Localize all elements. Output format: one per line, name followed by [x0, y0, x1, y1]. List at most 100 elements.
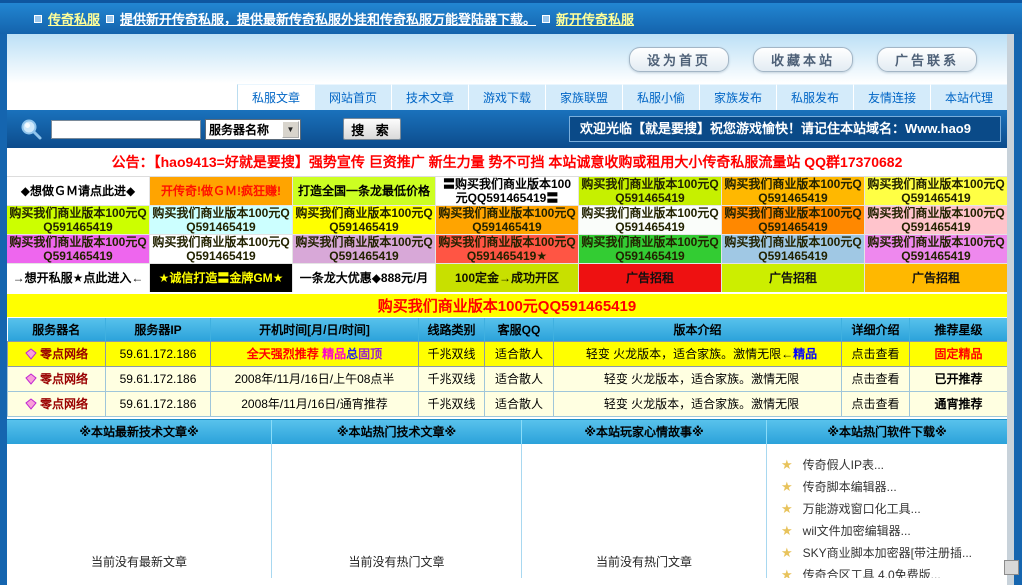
- star-level-cell: 通宵推荐: [910, 391, 1008, 416]
- server-row: 零点网络 59.61.172.186 2008年/11月/16日/通宵推荐 千兆…: [8, 391, 1008, 416]
- ad-cell[interactable]: ◆想做ＧＭ请点此进◆: [7, 177, 149, 205]
- ad-cell[interactable]: 购买我们商业版本100元QQ591465419: [293, 235, 435, 263]
- col-open-time: 开机时间[月/日/时间]: [211, 318, 419, 341]
- download-link[interactable]: ★ 万能游戏窗口化工具...: [781, 498, 1007, 520]
- search-type-value: 服务器名称: [206, 121, 282, 138]
- search-type-select[interactable]: 服务器名称 ▼: [205, 119, 301, 140]
- download-link[interactable]: ★ 传奇假人IP表...: [781, 454, 1007, 476]
- version-intro-cell: 轻变 火龙版本，适合家族。激情无限←精品: [554, 341, 842, 366]
- ad-cell[interactable]: 打造全国一条龙最低价格: [293, 177, 435, 205]
- star-icon: ★: [781, 545, 793, 561]
- ad-cell[interactable]: 购买我们商业版本100元QQ591465419: [7, 235, 149, 263]
- gem-icon: [25, 398, 37, 410]
- ad-cell[interactable]: 广告招租: [722, 264, 864, 292]
- ad-cell[interactable]: 100定金→成功开区: [436, 264, 578, 292]
- header-buttons: 设为首页 收藏本站 广告联系: [629, 47, 977, 72]
- tab-game-download[interactable]: 游戏下载: [468, 84, 545, 110]
- detail-link[interactable]: 点击查看: [842, 391, 910, 416]
- nav-tabs: 私服文章 网站首页 技术文章 游戏下载 家族联盟 私服小偷 家族发布 私服发布 …: [237, 84, 1007, 110]
- gem-icon: [25, 348, 37, 360]
- open-time-cell: 2008年/11月/16日/通宵推荐: [211, 391, 419, 416]
- download-link[interactable]: ★ SKY商业脚本加密器[带注册插...: [781, 542, 1007, 564]
- scroll-widget[interactable]: [1004, 560, 1019, 575]
- tab-sifu-thief[interactable]: 私服小偷: [622, 84, 699, 110]
- detail-link[interactable]: 点击查看: [842, 366, 910, 391]
- server-ip-cell: 59.61.172.186: [106, 366, 211, 391]
- col-version-intro: 版本介绍: [554, 318, 842, 341]
- open-time-cell: 全天强烈推荐 精品总固顶: [211, 341, 419, 366]
- commercial-banner[interactable]: 购买我们商业版本100元QQ591465419: [7, 292, 1007, 318]
- server-name-cell[interactable]: 零点网络: [8, 391, 106, 416]
- ad-cell[interactable]: 购买我们商业版本100元QQ591465419: [865, 235, 1007, 263]
- download-link[interactable]: ★ 传奇合区工具 4.0免费版...: [781, 564, 1007, 578]
- tab-site-agent[interactable]: 本站代理: [930, 84, 1007, 110]
- search-input[interactable]: [51, 120, 201, 139]
- ad-cell[interactable]: 购买我们商业版本100元QQ591465419: [865, 206, 1007, 234]
- tab-private-articles[interactable]: 私服文章: [237, 84, 314, 110]
- ad-cell[interactable]: 购买我们商业版本100元QQ591465419: [579, 206, 721, 234]
- download-link[interactable]: ★ wil文件加密编辑器...: [781, 520, 1007, 542]
- page-frame: 设为首页 收藏本站 广告联系 私服文章 网站首页 技术文章 游戏下载 家族联盟 …: [7, 34, 1007, 585]
- ad-cell[interactable]: 广告招租: [865, 264, 1007, 292]
- ad-cell[interactable]: 广告招租: [579, 264, 721, 292]
- ad-cell[interactable]: 开传奇!做ＧＭ!疯狂赚!: [150, 177, 292, 205]
- ad-cell[interactable]: 购买我们商业版本100元QQ591465419: [722, 206, 864, 234]
- bottom-content: 当前没有最新文章 当前没有热门文章 当前没有热门文章 ★ 传奇假人IP表... …: [7, 444, 1007, 578]
- ad-cell[interactable]: 购买我们商业版本100元QQ591465419: [865, 177, 1007, 205]
- ad-cell[interactable]: 购买我们商业版本100元QQ591465419★: [436, 235, 578, 263]
- tab-family-alliance[interactable]: 家族联盟: [545, 84, 622, 110]
- server-row: 零点网络 59.61.172.186 全天强烈推荐 精品总固顶 千兆双线 适合散…: [8, 341, 1008, 366]
- star-level-cell: 固定精品: [910, 341, 1008, 366]
- bookmark-button[interactable]: 收藏本站: [753, 47, 853, 72]
- topbar-link-chuanqi-sifu[interactable]: 传奇私服: [48, 9, 100, 28]
- ad-cell[interactable]: 购买我们商业版本100元QQ591465419: [7, 206, 149, 234]
- search-icon: [19, 117, 43, 141]
- set-home-button[interactable]: 设为首页: [629, 47, 729, 72]
- topbar-link-new-sifu[interactable]: 新开传奇私服: [556, 9, 634, 28]
- tab-tech-articles[interactable]: 技术文章: [391, 84, 468, 110]
- ad-cell[interactable]: 购买我们商业版本100元QQ591465419: [150, 235, 292, 263]
- ad-cell[interactable]: 购买我们商业版本100元QQ591465419: [722, 177, 864, 205]
- bullet-square-icon: [542, 15, 550, 23]
- section-hot-tech-articles: ※本站热门技术文章※: [272, 420, 522, 444]
- ad-cell[interactable]: →想开私服★点此进入←: [7, 264, 149, 292]
- star-icon: ★: [781, 567, 793, 578]
- no-stories-text: 当前没有热门文章: [522, 553, 766, 570]
- download-link[interactable]: ★ 传奇脚本编辑器...: [781, 476, 1007, 498]
- tab-friend-links[interactable]: 友情连接: [853, 84, 930, 110]
- line-type-cell: 千兆双线: [419, 391, 485, 416]
- col-server-ip: 服务器IP: [106, 318, 211, 341]
- chevron-down-icon[interactable]: ▼: [282, 121, 299, 138]
- tab-family-publish[interactable]: 家族发布: [699, 84, 776, 110]
- ad-contact-button[interactable]: 广告联系: [877, 47, 977, 72]
- ad-cell[interactable]: 购买我们商业版本100元QQ591465419: [150, 206, 292, 234]
- server-name-cell[interactable]: 零点网络: [8, 341, 106, 366]
- col-service-qq: 客服QQ: [485, 318, 554, 341]
- bullet-square-icon: [34, 15, 42, 23]
- server-ip-cell: 59.61.172.186: [106, 341, 211, 366]
- ad-cell[interactable]: ★诚信打造〓金牌GM★: [150, 264, 292, 292]
- ad-cell[interactable]: 购买我们商业版本100元QQ591465419: [293, 206, 435, 234]
- tab-sifu-publish[interactable]: 私服发布: [776, 84, 853, 110]
- ad-cell[interactable]: 购买我们商业版本100元QQ591465419: [722, 235, 864, 263]
- section-player-stories: ※本站玩家心情故事※: [522, 420, 767, 444]
- detail-link[interactable]: 点击查看: [842, 341, 910, 366]
- tab-home[interactable]: 网站首页: [314, 84, 391, 110]
- bullet-square-icon: [106, 15, 114, 23]
- ad-cell[interactable]: 〓购买我们商业版本100元QQ591465419〓: [436, 177, 578, 205]
- server-name-cell[interactable]: 零点网络: [8, 366, 106, 391]
- ad-cell[interactable]: 一条龙大优惠◆888元/月: [293, 264, 435, 292]
- latest-articles-column: 当前没有最新文章: [7, 444, 272, 578]
- ad-cell[interactable]: 购买我们商业版本100元QQ591465419: [579, 177, 721, 205]
- version-intro-cell: 轻变 火龙版本，适合家族。激情无限: [554, 366, 842, 391]
- bottom-section-headers: ※本站最新技术文章※ ※本站热门技术文章※ ※本站玩家心情故事※ ※本站热门软件…: [7, 419, 1007, 444]
- service-qq-cell: 适合散人: [485, 391, 554, 416]
- no-hot-articles-text: 当前没有热门文章: [272, 553, 521, 570]
- search-button[interactable]: 搜 索: [343, 118, 401, 140]
- star-icon: ★: [781, 457, 793, 473]
- star-icon: ★: [781, 501, 793, 517]
- star-icon: ★: [781, 479, 793, 495]
- ad-cell[interactable]: 购买我们商业版本100元QQ591465419: [436, 206, 578, 234]
- ad-cell[interactable]: 购买我们商业版本100元QQ591465419: [579, 235, 721, 263]
- topbar-tagline: 提供新开传奇私服，提供最新传奇私服外挂和传奇私服万能登陆器下载。: [120, 9, 536, 28]
